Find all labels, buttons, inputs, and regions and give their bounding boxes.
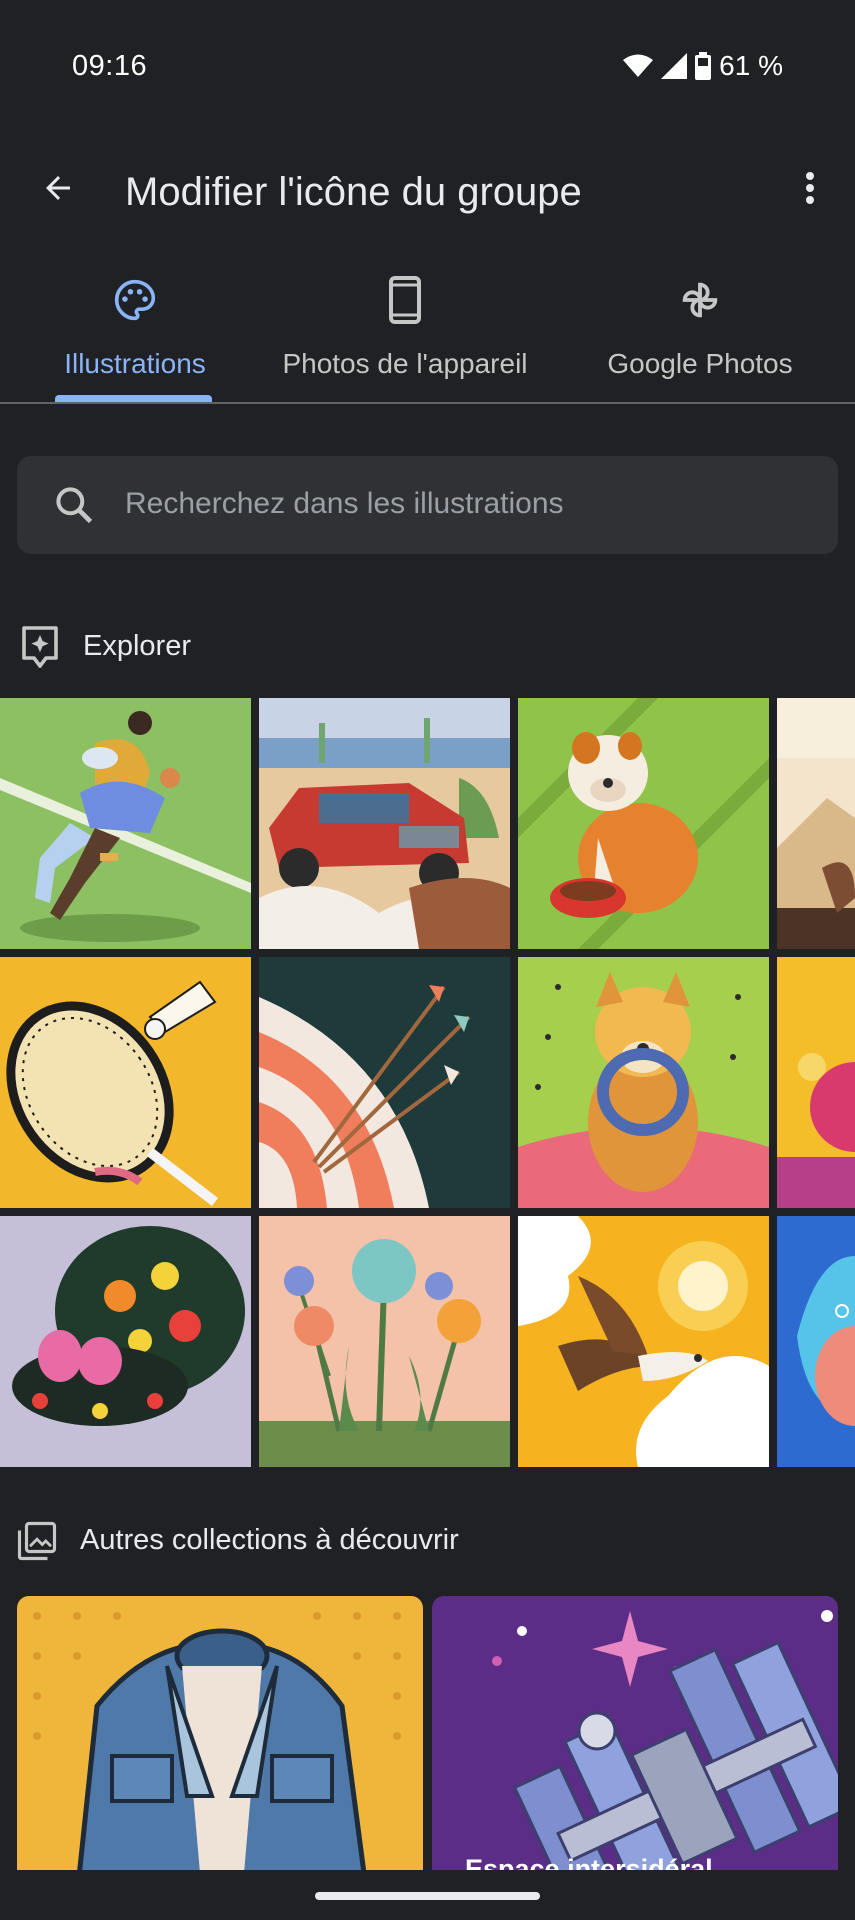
tab-device-photos[interactable]: Photos de l'appareil [260, 270, 550, 402]
search-icon [56, 487, 93, 524]
sparkle-square-icon [22, 626, 58, 668]
phone-icon [388, 270, 422, 330]
more-options-button[interactable] [782, 160, 838, 216]
photo-library-icon [17, 1521, 57, 1561]
status-icons: 61 % [623, 50, 783, 82]
status-time: 09:16 [72, 50, 148, 82]
illustration-archery[interactable] [259, 957, 510, 1208]
wifi-icon [623, 54, 654, 77]
collections-title: Autres collections à découvrir [80, 1524, 459, 1556]
tab-illustrations[interactable]: Illustrations [40, 270, 230, 402]
tab-google-photos[interactable]: Google Photos [585, 270, 815, 402]
illustration-offroad-car[interactable] [259, 698, 510, 949]
battery-percent: 61 % [719, 50, 783, 81]
explore-title: Explorer [83, 630, 191, 662]
collection-card-jacket[interactable] [17, 1596, 423, 1896]
tab-label: Google Photos [607, 348, 793, 379]
palette-icon [113, 270, 157, 330]
illustration-flower[interactable] [777, 957, 855, 1208]
signal-icon [661, 53, 688, 79]
home-handle[interactable] [315, 1892, 540, 1900]
collection-card-space[interactable] [432, 1596, 838, 1896]
tab-indicator [55, 395, 212, 402]
tabs-divider [0, 402, 855, 404]
illustration-bulldog[interactable] [518, 698, 769, 949]
battery-icon [695, 52, 712, 80]
status-bar: 09:16 61 % [0, 0, 855, 140]
arrow-back-icon [46, 176, 70, 200]
illustration-eagle[interactable] [518, 1216, 769, 1467]
back-button[interactable] [30, 160, 86, 216]
illustration-painted-box[interactable] [0, 1216, 251, 1467]
tab-label: Photos de l'appareil [282, 348, 528, 379]
illustration-badminton[interactable] [0, 957, 251, 1208]
illustration-yorkshire-terrier[interactable] [518, 957, 769, 1208]
tab-label: Illustrations [64, 348, 206, 379]
illustration-wildflowers[interactable] [259, 1216, 510, 1467]
page-title: Modifier l'icône du groupe [125, 170, 582, 214]
more-vert-icon [806, 172, 814, 204]
pinwheel-icon [677, 270, 723, 330]
illustration-fish[interactable] [777, 1216, 855, 1467]
illustration-rugby[interactable] [0, 698, 251, 949]
illustration-desert[interactable] [777, 698, 855, 949]
search-placeholder: Recherchez dans les illustrations [125, 487, 564, 520]
